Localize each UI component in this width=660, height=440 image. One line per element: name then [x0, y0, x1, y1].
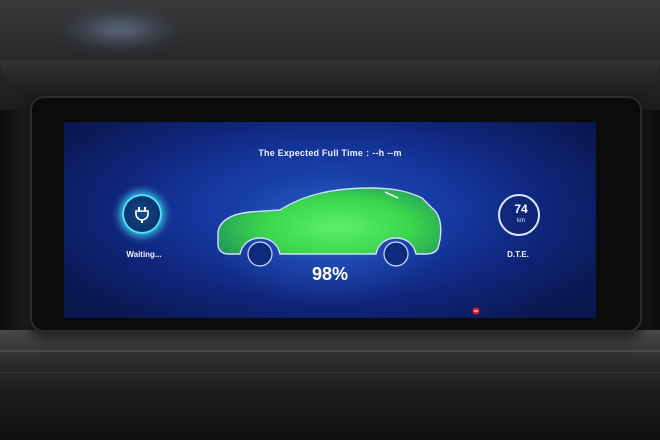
range-value: 74 — [514, 202, 528, 216]
charging-screen: The Expected Full Time: --h --m Waiting..… — [64, 122, 596, 318]
distance-to-empty: 74 km D.T.E. — [492, 194, 552, 274]
charging-status: Waiting... — [114, 194, 174, 274]
expected-full-time: The Expected Full Time: --h --m — [64, 148, 596, 158]
expected-full-time-label: The Expected Full Time — [258, 148, 364, 158]
dashboard-trim-line-lower — [0, 372, 660, 373]
dashboard-lower — [0, 330, 660, 440]
range-unit: km — [517, 218, 525, 224]
expected-full-time-value: --h --m — [372, 148, 402, 158]
expected-full-time-separator: : — [366, 148, 370, 158]
car-silhouette-icon — [210, 182, 446, 272]
range-label: D.T.E. — [507, 250, 529, 259]
charging-status-text: Waiting... — [126, 250, 162, 259]
dashboard-hood — [0, 60, 660, 100]
dashboard-trim-line — [0, 350, 660, 352]
range-gauge-ring: 74 km — [498, 194, 540, 236]
windshield-reflection — [60, 10, 180, 50]
warning-indicator-icon — [472, 302, 480, 315]
charging-plug-icon — [122, 194, 162, 234]
